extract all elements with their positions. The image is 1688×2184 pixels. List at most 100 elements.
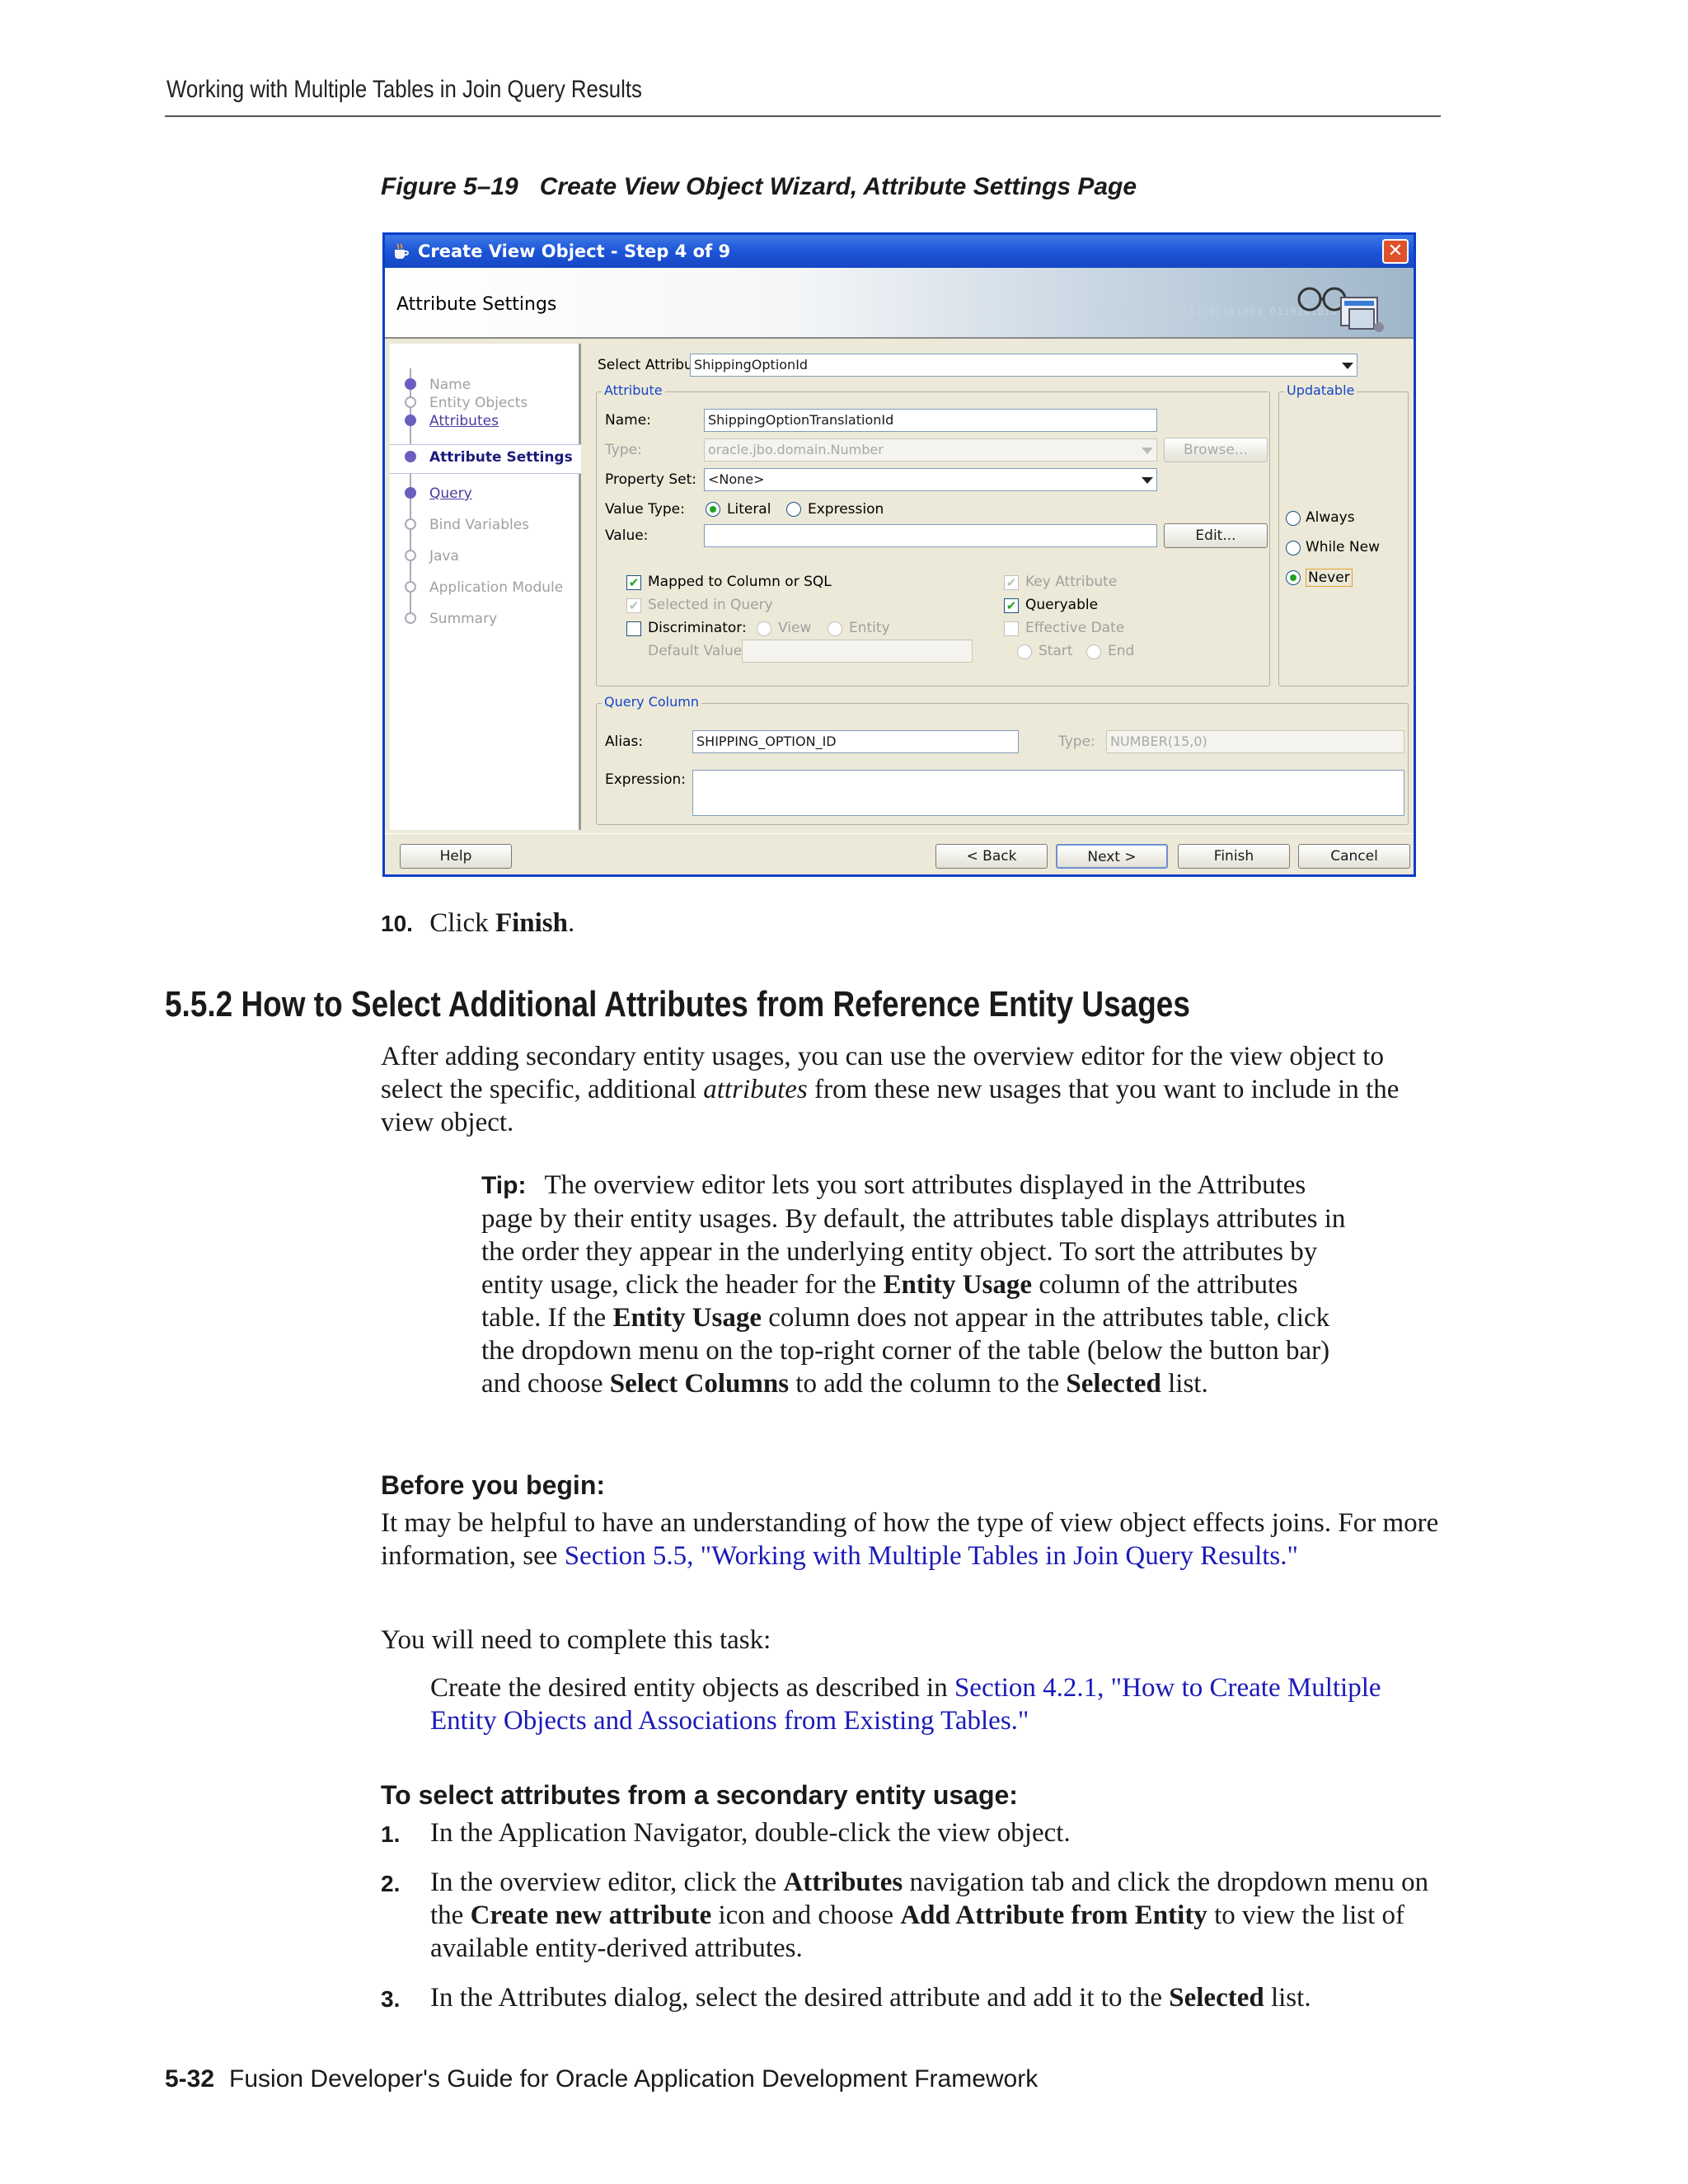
tip-bold-2: Entity Usage [612, 1303, 762, 1333]
browse-button[interactable]: Browse... [1164, 438, 1268, 462]
footer-page-number: 5-32 [165, 2065, 215, 2093]
next-button[interactable]: Next > [1056, 844, 1168, 869]
view-label: View [778, 620, 812, 636]
nav-item-java[interactable]: Java [429, 548, 459, 565]
running-head: Working with Multiple Tables in Join Que… [166, 76, 642, 103]
key-attribute-checkbox[interactable]: ✔ [1004, 575, 1019, 590]
edit-button[interactable]: Edit... [1164, 523, 1268, 548]
finish-button[interactable]: Finish [1178, 844, 1290, 869]
nav-item-entity-objects[interactable]: Entity Objects [429, 395, 528, 411]
nav-step-marker [405, 581, 416, 593]
section-5-5-link[interactable]: Section 5.5, "Working with Multiple Tabl… [565, 1541, 1298, 1571]
button-bar: Help < Back Next > Finish Cancel [385, 833, 1414, 876]
end-label: End [1108, 643, 1135, 659]
selected-in-query-checkbox[interactable]: ✔ [626, 598, 641, 613]
close-icon[interactable]: ✕ [1382, 239, 1409, 264]
chevron-down-icon [1342, 363, 1353, 369]
alias-field[interactable]: SHIPPING_OPTION_ID [692, 730, 1019, 753]
step-text-bold: Finish [495, 908, 568, 938]
start-label: Start [1039, 643, 1073, 659]
nav-item-summary[interactable]: Summary [429, 611, 497, 627]
figure-title: Create View Object Wizard, Attribute Set… [539, 173, 1137, 200]
s3-text-c: list. [1264, 1983, 1311, 2013]
step-10: 10. Click Finish. [381, 908, 574, 939]
expression-radio[interactable] [786, 502, 801, 517]
tip-bold-3: Select Columns [609, 1369, 790, 1399]
view-radio[interactable] [757, 621, 771, 636]
select-attribute-combo[interactable]: ShippingOptionId [690, 354, 1357, 377]
step-text-pre: Click [429, 908, 495, 938]
entity-label: Entity [849, 620, 890, 636]
s2-text-e: icon and choose [711, 1900, 901, 1930]
cancel-button[interactable]: Cancel [1298, 844, 1410, 869]
nav-step-marker [405, 612, 416, 624]
updatable-group: Updatable Always While New Never [1278, 382, 1409, 687]
intro-paragraph: After adding secondary entity usages, yo… [381, 1040, 1444, 1139]
nav-step-marker [405, 550, 416, 561]
task-text: Create the desired entity objects as des… [430, 1673, 954, 1703]
property-set-combo[interactable]: <None> [704, 468, 1157, 491]
attribute-group: Attribute Name: ShippingOptionTranslatio… [596, 382, 1270, 687]
expression-textarea[interactable] [692, 770, 1404, 816]
mapped-checkbox[interactable]: ✔ [626, 575, 641, 590]
expression-field-label: Expression: [605, 771, 687, 788]
mapped-label: Mapped to Column or SQL [648, 574, 832, 590]
select-attribute-value: ShippingOptionId [694, 357, 809, 373]
wizard-nav: Name Entity Objects Attributes Attribute… [390, 344, 581, 830]
tip-bold-1: Entity Usage [883, 1270, 1033, 1300]
nav-item-attribute-settings[interactable]: Attribute Settings [429, 449, 573, 466]
literal-radio[interactable] [706, 502, 720, 517]
figure-caption: Figure 5–19 Create View Object Wizard, At… [381, 173, 1137, 201]
alias-label: Alias: [605, 733, 644, 750]
tip-label: Tip: [481, 1172, 527, 1199]
property-set-label: Property Set: [605, 471, 696, 488]
tip-box: Tip: The overview editor lets you sort at… [481, 1169, 1355, 1400]
tip-text-5: list. [1160, 1369, 1208, 1399]
back-button[interactable]: < Back [935, 844, 1048, 869]
type-combo[interactable]: oracle.jbo.domain.Number [704, 438, 1157, 462]
s3-text-a: In the Attributes dialog, select the des… [430, 1983, 1170, 2013]
selected-in-query-label: Selected in Query [648, 597, 773, 613]
start-radio[interactable] [1017, 644, 1032, 659]
view-object-icon [1297, 287, 1384, 332]
while-new-radio[interactable] [1286, 541, 1301, 555]
always-radio[interactable] [1286, 511, 1301, 526]
end-radio[interactable] [1086, 644, 1101, 659]
step-number: 10. [381, 911, 413, 936]
step-text-post: . [567, 908, 575, 938]
nav-item-query[interactable]: Query [429, 485, 472, 502]
default-value-label: Default Value: [648, 643, 747, 659]
discriminator-checkbox[interactable] [626, 621, 641, 636]
name-field[interactable]: ShippingOptionTranslationId [704, 409, 1157, 432]
default-value-field[interactable] [742, 640, 973, 663]
list-text: In the Attributes dialog, select the des… [430, 1981, 1444, 2014]
help-button[interactable]: Help [400, 844, 512, 869]
create-view-object-dialog: Create View Object - Step 4 of 9 ✕ 10111… [382, 232, 1416, 877]
query-type-field[interactable]: NUMBER(15,0) [1106, 730, 1404, 753]
value-field[interactable] [704, 524, 1157, 547]
nav-item-bind-variables[interactable]: Bind Variables [429, 517, 529, 533]
dialog-title-bar: Create View Object - Step 4 of 9 ✕ [385, 235, 1414, 268]
wizard-banner: 1011101010110101101101001 0110101010 Att… [385, 268, 1414, 339]
queryable-checkbox[interactable]: ✔ [1004, 598, 1019, 613]
nav-item-name[interactable]: Name [429, 377, 471, 393]
nav-item-application-module[interactable]: Application Module [429, 579, 563, 596]
banner-title: Attribute Settings [396, 294, 557, 315]
query-column-group-title: Query Column [602, 694, 701, 710]
expression-label: Expression [808, 501, 884, 518]
list-number: 3. [381, 1986, 401, 2012]
chevron-down-icon [1142, 477, 1153, 484]
figure-number: Figure 5–19 [381, 173, 518, 200]
never-radio[interactable] [1286, 570, 1301, 585]
queryable-label: Queryable [1025, 597, 1099, 613]
value-label: Value: [605, 527, 649, 544]
nav-step-marker [405, 518, 416, 530]
entity-radio[interactable] [828, 621, 842, 636]
effective-date-checkbox[interactable] [1004, 621, 1019, 636]
never-label: Never [1306, 569, 1353, 587]
nav-item-attributes[interactable]: Attributes [429, 413, 499, 429]
list-text: In the overview editor, click the Attrib… [430, 1866, 1444, 1965]
discriminator-label: Discriminator: [648, 620, 747, 636]
list-number: 1. [381, 1821, 401, 1847]
s3-bold-b: Selected [1169, 1983, 1264, 2013]
